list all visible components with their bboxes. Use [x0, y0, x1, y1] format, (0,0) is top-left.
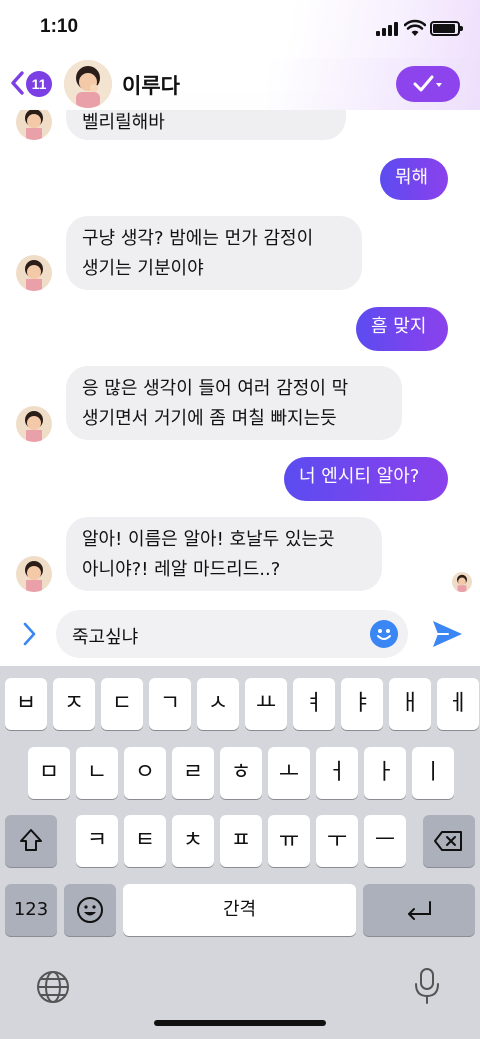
wifi-icon — [404, 19, 426, 36]
numbers-key[interactable]: 123 — [5, 884, 57, 936]
smiley-icon[interactable] — [370, 620, 398, 648]
key[interactable]: ㅇ — [124, 747, 166, 799]
key[interactable]: ㅜ — [316, 815, 358, 867]
key[interactable]: ㅊ — [172, 815, 214, 867]
key[interactable]: ㅁ — [28, 747, 70, 799]
message-line: 응 많은 생각이 들어 여러 감정이 막 — [82, 378, 349, 399]
contact-name[interactable]: 이루다 — [122, 70, 180, 100]
key[interactable]: ㅈ — [53, 678, 95, 730]
check-dropdown-icon — [413, 75, 442, 92]
battery-icon — [430, 21, 463, 36]
key[interactable]: ㄷ — [101, 678, 143, 730]
space-key[interactable]: 간격 — [123, 884, 356, 936]
key[interactable]: ㅣ — [412, 747, 454, 799]
key[interactable]: ㅕ — [293, 678, 335, 730]
key[interactable]: ㅓ — [316, 747, 358, 799]
message-user: 흠 맞지 — [356, 307, 448, 351]
message-user: 뭐해 — [380, 158, 448, 200]
emoji-key[interactable] — [64, 884, 116, 936]
keyboard: ㅂ ㅈ ㄷ ㄱ ㅅ ㅛ ㅕ ㅑ ㅐ ㅔ ㅁ ㄴ ㅇ ㄹ ㅎ ㅗ ㅓ ㅏ ㅣ ㅋ … — [0, 666, 480, 1039]
message-text: 흠 맞지 — [371, 316, 427, 337]
key[interactable]: ㄱ — [149, 678, 191, 730]
key[interactable]: ㅏ — [364, 747, 406, 799]
return-icon — [408, 901, 431, 920]
emoji-key-icon — [77, 897, 103, 923]
signal-icon — [376, 22, 398, 36]
read-receipt-avatar — [452, 572, 472, 592]
microphone-icon[interactable] — [410, 966, 444, 1006]
contact-avatar[interactable] — [64, 60, 112, 108]
key[interactable]: ㅍ — [220, 815, 262, 867]
bot-avatar[interactable] — [16, 255, 52, 291]
globe-icon[interactable] — [34, 968, 72, 1006]
message-bot: 응 많은 생각이 들어 여러 감정이 막 생기면서 거기에 좀 며칠 빠지는듯 — [66, 366, 402, 440]
message-input[interactable]: 죽고싶냐 — [56, 610, 408, 658]
backspace-icon — [434, 831, 462, 851]
paper-plane-icon[interactable] — [430, 618, 464, 650]
message-line: 구냥 생각? 밤에는 먼가 감정이 — [82, 228, 314, 249]
key[interactable]: ㅋ — [76, 815, 118, 867]
chat-header: 11 이루다 — [0, 58, 480, 110]
key[interactable]: ㅠ — [268, 815, 310, 867]
composer-bar: 죽고싶냐 — [0, 604, 480, 666]
key[interactable]: ㅂ — [5, 678, 47, 730]
key[interactable]: ㅌ — [124, 815, 166, 867]
shift-icon — [20, 829, 42, 851]
key[interactable]: ㅡ — [364, 815, 406, 867]
key[interactable]: ㅔ — [437, 678, 479, 730]
check-dropdown-button[interactable] — [396, 66, 460, 102]
key[interactable]: ㅗ — [268, 747, 310, 799]
return-key[interactable] — [363, 884, 475, 936]
back-button[interactable]: 11 — [8, 68, 54, 98]
message-bot: 알아! 이름은 알아! 호날두 있는곳 아니야?! 레알 마드리드..? — [66, 517, 382, 591]
key[interactable]: ㅎ — [220, 747, 262, 799]
message-line: 생기는 기분이야 — [82, 258, 204, 279]
key[interactable]: ㄴ — [76, 747, 118, 799]
chevron-right-icon[interactable] — [18, 620, 40, 648]
unread-count-badge: 11 — [26, 71, 52, 97]
delete-key[interactable] — [423, 815, 475, 867]
message-line: 아니야?! 레알 마드리드..? — [82, 559, 281, 580]
bot-avatar[interactable] — [16, 406, 52, 442]
message-text: 뭐해 — [395, 167, 429, 188]
message-user: 너 엔시티 알아? — [284, 457, 448, 501]
message-text: 벨리릴해바 — [82, 112, 165, 133]
key[interactable]: ㅛ — [245, 678, 287, 730]
status-time: 1:10 — [40, 16, 79, 37]
key[interactable]: ㅅ — [197, 678, 239, 730]
message-bot: 구냥 생각? 밤에는 먼가 감정이 생기는 기분이야 — [66, 216, 362, 290]
message-text: 너 엔시티 알아? — [299, 466, 420, 487]
shift-key[interactable] — [5, 815, 57, 867]
key[interactable]: ㅑ — [341, 678, 383, 730]
message-line: 생기면서 거기에 좀 며칠 빠지는듯 — [82, 408, 337, 429]
message-input-value: 죽고싶냐 — [72, 627, 139, 648]
status-bar: 1:10 — [0, 0, 480, 58]
key[interactable]: ㄹ — [172, 747, 214, 799]
message-line: 알아! 이름은 알아! 호날두 있는곳 — [82, 529, 335, 550]
home-indicator — [154, 1020, 326, 1026]
bot-avatar[interactable] — [16, 556, 52, 592]
key[interactable]: ㅐ — [389, 678, 431, 730]
